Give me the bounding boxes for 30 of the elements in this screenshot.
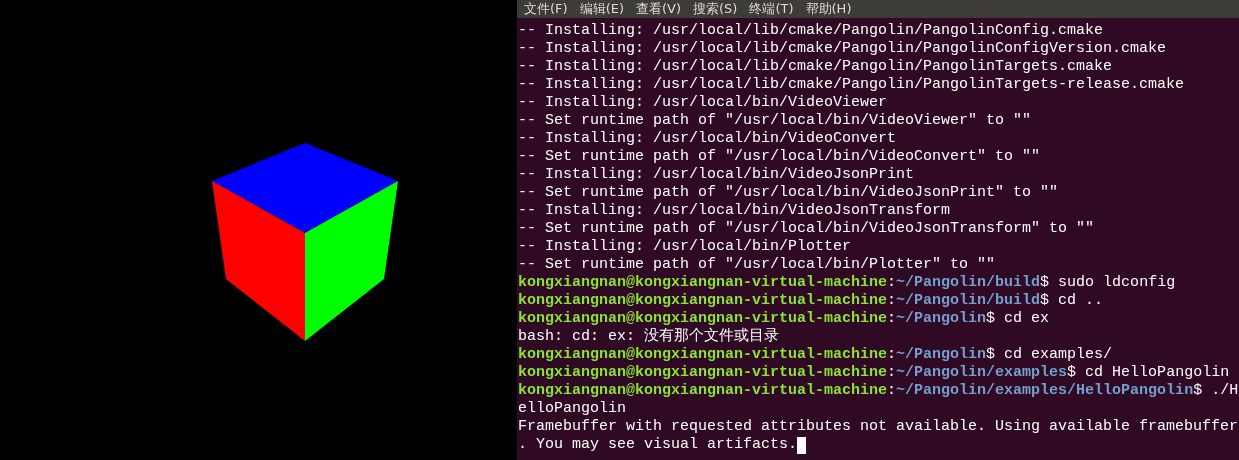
output-line: elloPangolin <box>518 400 627 418</box>
output-line: . You may see visual artifacts. <box>518 436 798 454</box>
output-line: -- Set runtime path of "/usr/local/bin/VideoJsonPrint" to "" <box>518 184 1059 202</box>
output-line: -- Installing: /usr/local/lib/cmake/Pangolin/PangolinConfigVersion.cmake <box>518 40 1167 58</box>
output-line: -- Installing: /usr/local/bin/Plotter <box>518 238 852 256</box>
prompt-line: kongxiangnan@kongxiangnan-virtual-machine:~/Pangolin$ cd examples/ <box>518 346 1113 364</box>
menu-item[interactable]: 帮助(H) <box>805 1 852 17</box>
prompt-line: kongxiangnan@kongxiangnan-virtual-machine:~/Pangolin$ cd ex <box>518 310 1050 327</box>
output-line: -- Installing: /usr/local/bin/VideoViewer <box>518 94 888 112</box>
prompt-line: kongxiangnan@kongxiangnan-virtual-machine:~/Pangolin/examples/HelloPangolin$ ./H <box>518 382 1239 400</box>
prompt-line: kongxiangnan@kongxiangnan-virtual-machine:~/Pangolin/examples$ cd HelloPangolin <box>518 364 1230 382</box>
menu-item[interactable]: 文件(F) <box>524 1 568 17</box>
output-line: -- Set runtime path of "/usr/local/bin/VideoConvert" to "" <box>518 148 1041 166</box>
output-line: -- Installing: /usr/local/bin/VideoConvert <box>518 130 897 148</box>
output-line: -- Set runtime path of "/usr/local/bin/VideoViewer" to "" <box>518 112 1032 130</box>
output-line: -- Set runtime path of "/usr/local/bin/Plotter" to "" <box>518 256 996 274</box>
output-line: -- Installing: /usr/local/lib/cmake/Pangolin/PangolinConfig.cmake <box>518 22 1104 40</box>
menu-item[interactable]: 终端(T) <box>749 1 794 17</box>
prompt-line: kongxiangnan@kongxiangnan-virtual-machine:~/Pangolin/build$ sudo ldconfig <box>518 274 1176 292</box>
prompt-line: kongxiangnan@kongxiangnan-virtual-machine:~/Pangolin/build$ cd .. <box>518 292 1104 310</box>
output-line: -- Installing: /usr/local/lib/cmake/Pangolin/PangolinTargets-release.cmake <box>518 76 1185 94</box>
output-line: -- Installing: /usr/local/bin/VideoJsonTransform <box>518 202 951 220</box>
output-line: bash: cd: ex: 没有那个文件或目录 <box>518 328 780 346</box>
menu-item[interactable]: 查看(V) <box>636 1 682 17</box>
output-line: -- Set runtime path of "/usr/local/bin/VideoJsonTransform" to "" <box>518 220 1095 238</box>
output-line: -- Installing: /usr/local/bin/VideoJsonPrint <box>518 166 915 184</box>
output-line: Framebuffer with requested attributes not available. Using available framebuffer <box>518 418 1239 436</box>
menu-item[interactable]: 编辑(E) <box>579 1 624 17</box>
output-line: -- Installing: /usr/local/lib/cmake/Pangolin/PangolinTargets.cmake <box>518 58 1113 76</box>
menu-item[interactable]: 搜索(S) <box>693 1 738 17</box>
